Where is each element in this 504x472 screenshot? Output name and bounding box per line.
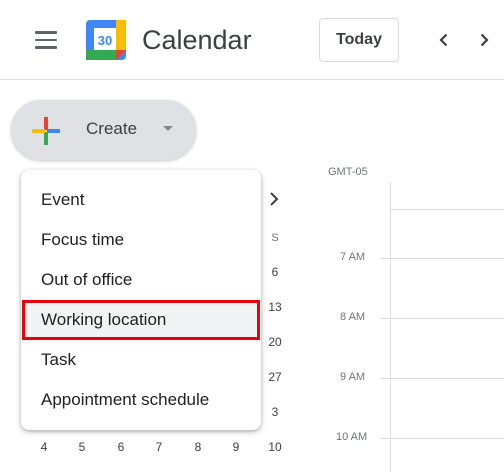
mini-calendar-day[interactable]: 20 <box>265 335 285 349</box>
mini-calendar-dow: S <box>271 232 279 244</box>
mini-calendar-day[interactable]: 9 <box>226 440 246 454</box>
grid-divider <box>390 182 391 472</box>
plus-icon <box>32 117 60 145</box>
mini-calendar-day[interactable]: 4 <box>34 440 54 454</box>
hour-line <box>380 318 504 319</box>
caret-down-icon <box>163 126 173 131</box>
hour-label: 8 AM <box>340 311 366 323</box>
app-title: Calendar <box>142 25 252 55</box>
logo-day-number: 30 <box>98 33 112 48</box>
menu-item-appointment-schedule[interactable]: Appointment schedule <box>21 380 261 420</box>
hour-label: 9 AM <box>340 371 366 383</box>
calendar-app: 30 Calendar Today Create S 6 13 20 27 3 … <box>0 0 504 472</box>
menu-item-working-location[interactable]: Working location <box>22 300 260 340</box>
mini-calendar-day[interactable]: 6 <box>265 265 285 279</box>
hour-label: 10 AM <box>336 431 368 443</box>
grid-divider <box>391 209 504 210</box>
mini-calendar-day[interactable]: 27 <box>265 370 285 384</box>
create-label: Create <box>86 119 138 138</box>
hamburger-menu-icon[interactable] <box>28 24 64 56</box>
mini-calendar-day[interactable]: 13 <box>265 300 285 314</box>
chevron-right-icon[interactable] <box>468 24 500 56</box>
create-menu: Event Focus time Out of office Working l… <box>21 170 261 430</box>
today-button[interactable]: Today <box>319 18 399 62</box>
mini-calendar-day[interactable]: 8 <box>188 440 208 454</box>
menu-item-focus-time[interactable]: Focus time <box>21 220 261 260</box>
calendar-logo-icon[interactable]: 30 <box>86 20 126 60</box>
hour-line <box>380 438 504 439</box>
hour-line <box>380 258 504 259</box>
mini-calendar-day[interactable]: 7 <box>149 440 169 454</box>
chevron-left-icon[interactable] <box>428 24 460 56</box>
timezone-label: GMT-05 <box>328 166 368 178</box>
create-button[interactable]: Create <box>11 100 196 160</box>
top-bar: 30 Calendar Today <box>0 0 504 80</box>
menu-item-event[interactable]: Event <box>21 180 261 220</box>
mini-calendar-day[interactable]: 10 <box>265 440 285 454</box>
mini-calendar-day[interactable]: 3 <box>265 405 285 419</box>
menu-item-out-of-office[interactable]: Out of office <box>21 260 261 300</box>
hour-line <box>380 378 504 379</box>
hour-label: 7 AM <box>340 251 366 263</box>
mini-calendar-next-icon[interactable] <box>268 191 280 207</box>
menu-item-task[interactable]: Task <box>21 340 261 380</box>
mini-calendar-day[interactable]: 5 <box>72 440 92 454</box>
mini-calendar-day[interactable]: 6 <box>111 440 131 454</box>
